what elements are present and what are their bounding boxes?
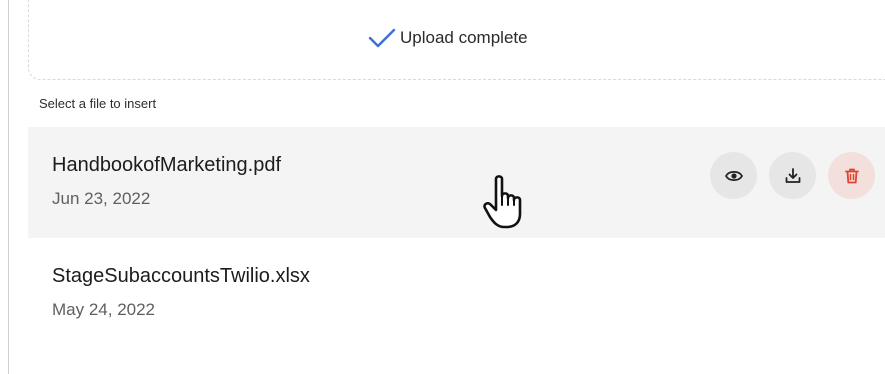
- delete-button[interactable]: [828, 152, 875, 199]
- preview-button[interactable]: [710, 152, 757, 199]
- trash-icon: [844, 168, 859, 183]
- file-name[interactable]: HandbookofMarketing.pdf: [52, 154, 281, 177]
- download-icon: [785, 167, 800, 183]
- hand-pointer-cursor-icon: [483, 175, 522, 229]
- upload-status: Upload complete: [368, 26, 528, 50]
- file-row[interactable]: HandbookofMarketing.pdf Jun 23, 2022: [28, 127, 885, 238]
- file-row[interactable]: StageSubaccountsTwilio.xlsx May 24, 2022: [28, 238, 885, 349]
- file-row-actions: [710, 152, 875, 199]
- panel-left-border: [8, 0, 9, 374]
- file-list-label: Select a file to insert: [39, 96, 157, 111]
- file-name[interactable]: StageSubaccountsTwilio.xlsx: [52, 265, 310, 288]
- checkmark-icon: [368, 28, 396, 48]
- download-button[interactable]: [769, 152, 816, 199]
- file-date: Jun 23, 2022: [52, 189, 151, 208]
- file-date: May 24, 2022: [52, 300, 156, 319]
- upload-status-text: Upload complete: [400, 28, 528, 47]
- eye-icon: [724, 170, 743, 181]
